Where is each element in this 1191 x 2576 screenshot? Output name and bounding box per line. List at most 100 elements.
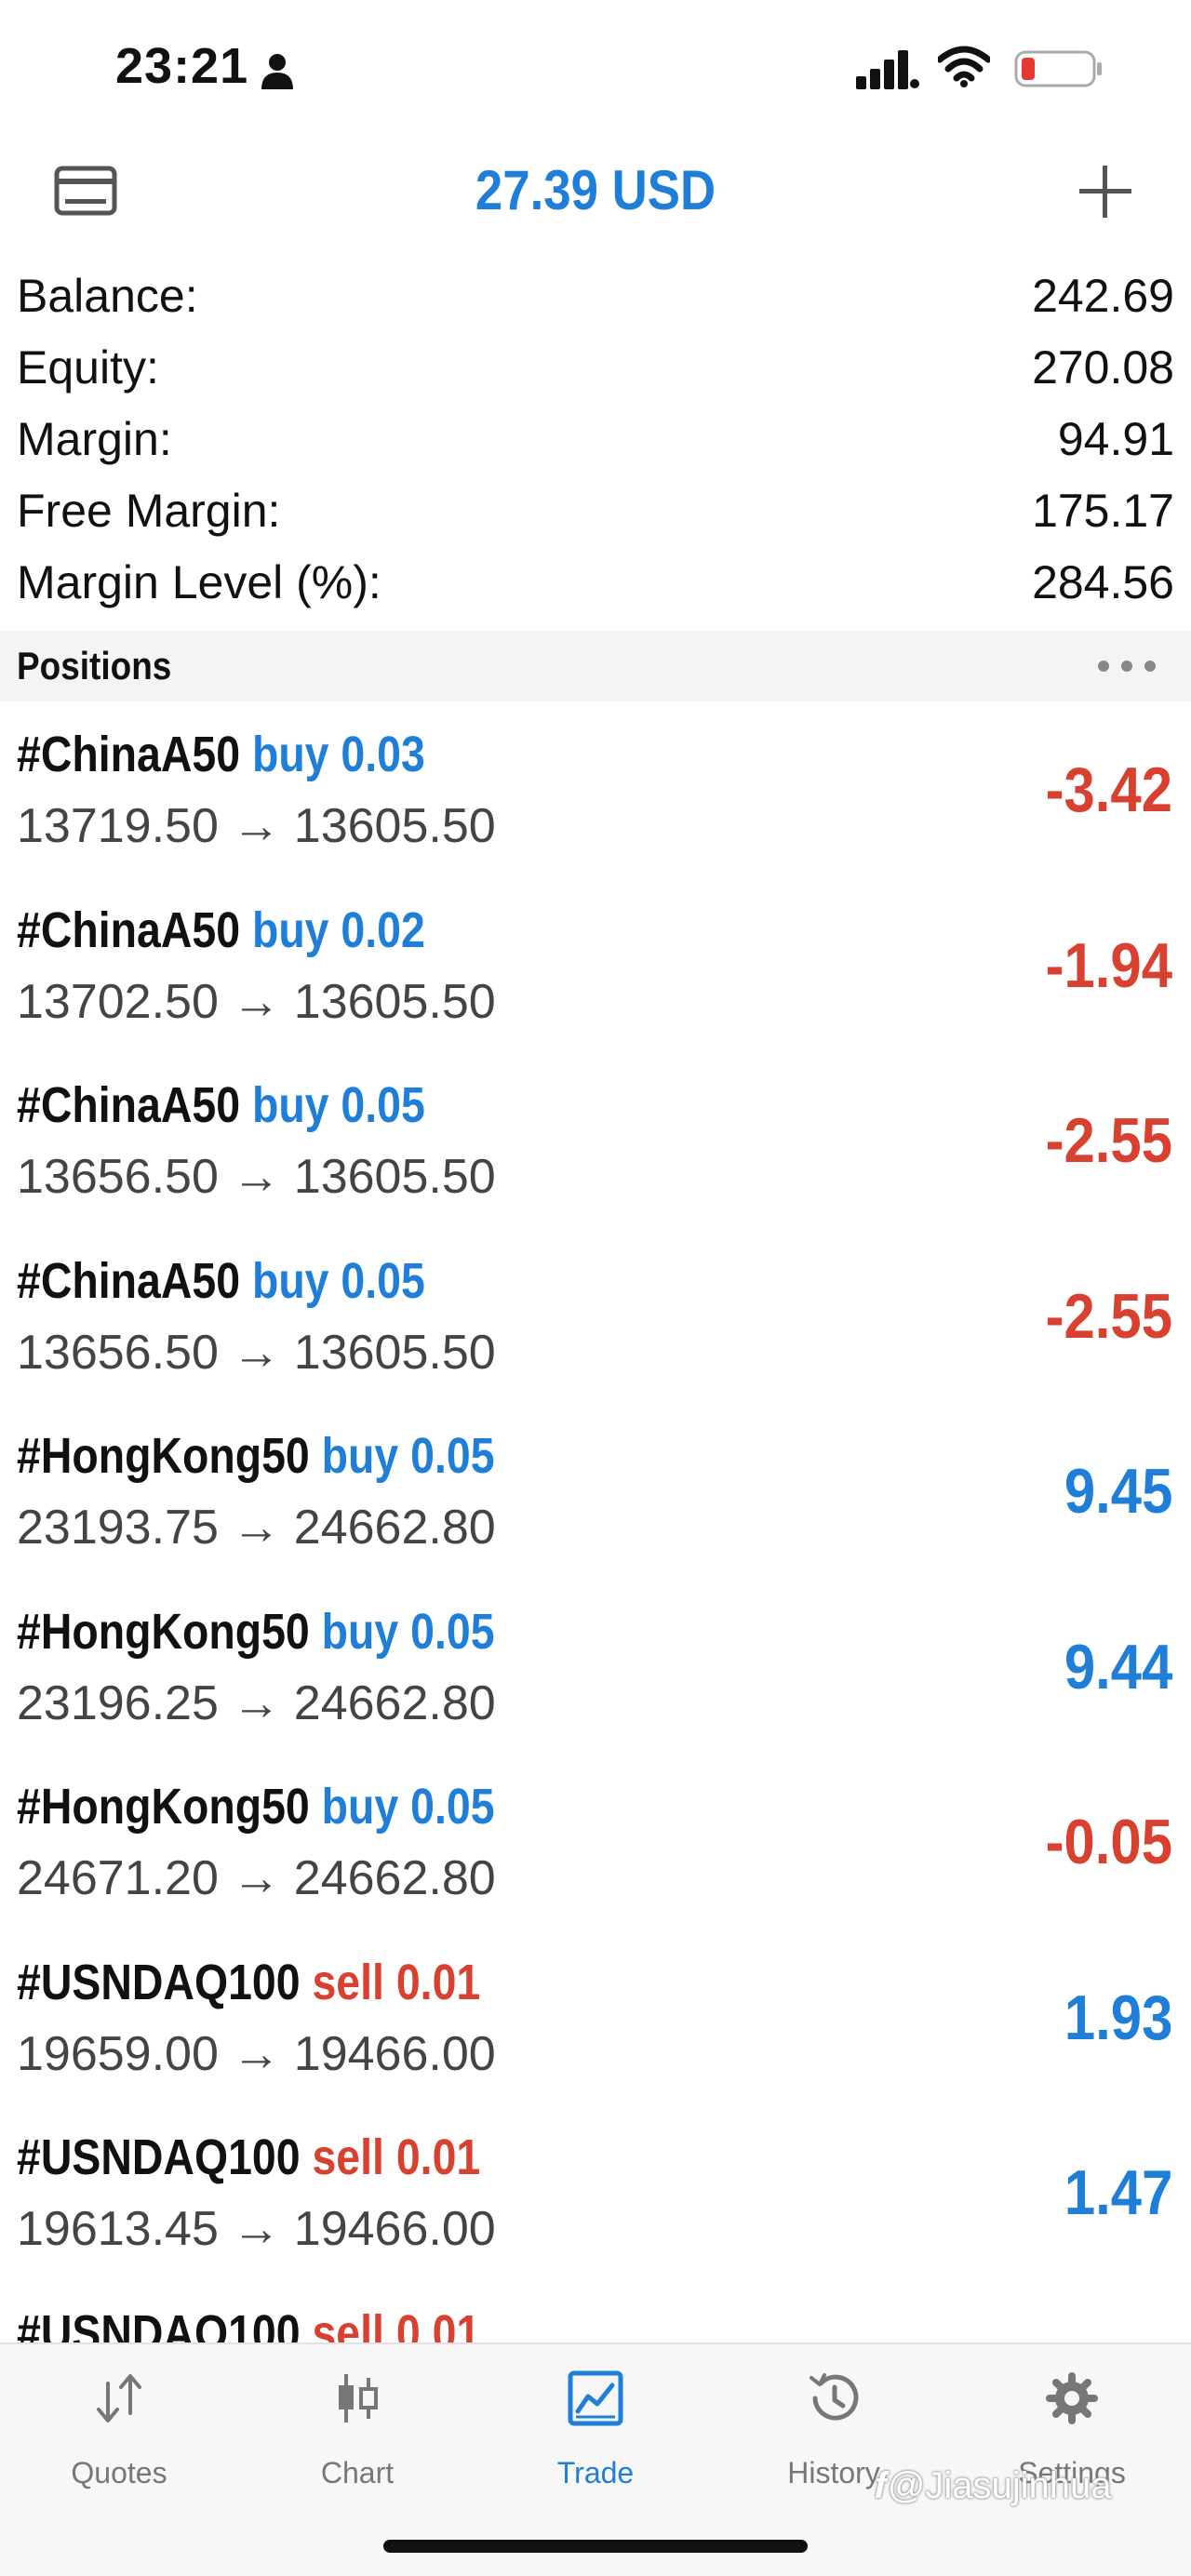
position-title: #HongKong50 buy 0.05 xyxy=(17,1603,495,1661)
new-order-plus-icon[interactable] xyxy=(1076,162,1135,221)
summary-label: Margin Level (%): xyxy=(17,556,381,608)
positions-list: #ChinaA50 buy 0.03 13719.50 → 13605.50 -3.… xyxy=(0,707,1191,2344)
settings-icon xyxy=(1046,2372,1098,2424)
chart-icon xyxy=(339,2374,378,2423)
status-bar: 23:21 xyxy=(0,0,1191,140)
position-profit: -1.94 xyxy=(1045,929,1172,1001)
position-title: #HongKong50 buy 0.05 xyxy=(17,1778,495,1835)
header-profit-title: 27.39 USD xyxy=(475,159,716,221)
position-side: buy xyxy=(251,901,329,958)
position-profit: 1.93 xyxy=(1064,1982,1172,2053)
summary-row-margin: Margin: 94.91 xyxy=(0,408,1191,480)
position-side: buy xyxy=(321,1603,399,1660)
account-summary: Balance: 242.69 Equity: 270.08 Margin: 9… xyxy=(0,265,1191,623)
position-row[interactable]: #ChinaA50 buy 0.05 13656.50 → 13605.50 -2.… xyxy=(0,1058,1191,1234)
more-options-icon[interactable] xyxy=(1096,659,1158,674)
position-symbol: #ChinaA50 xyxy=(17,901,241,958)
position-volume: 0.01 xyxy=(395,2129,481,2185)
trade-screen: 23:21 27.39 USD Balance: 242.69 Equity: … xyxy=(0,0,1191,2576)
position-symbol: #USNDAQ100 xyxy=(17,2304,301,2345)
position-row[interactable]: #HongKong50 buy 0.05 23193.75 → 24662.80 9… xyxy=(0,1408,1191,1584)
summary-value: 270.08 xyxy=(1032,341,1174,394)
summary-label: Equity: xyxy=(17,341,159,394)
position-prices: 13702.50 → 13605.50 xyxy=(17,974,496,1029)
tab-chart[interactable]: Chart xyxy=(238,2344,476,2530)
tab-label: Chart xyxy=(320,2456,395,2489)
tab-quotes[interactable]: Quotes xyxy=(0,2344,238,2530)
position-row[interactable]: #HongKong50 buy 0.05 23196.25 → 24662.80 9… xyxy=(0,1584,1191,1760)
signal-icon xyxy=(856,50,919,89)
position-row[interactable]: #USNDAQ100 sell 0.01 19613.45 → 19466.00 1… xyxy=(0,2110,1191,2286)
position-prices: 23196.25 → 24662.80 xyxy=(17,1675,496,1730)
summary-value: 94.91 xyxy=(1057,413,1174,465)
position-prices: 19613.45 → 19466.00 xyxy=(17,2202,496,2256)
position-row[interactable]: #ChinaA50 buy 0.02 13702.50 → 13605.50 -1.… xyxy=(0,883,1191,1059)
position-profit: 9.44 xyxy=(1064,1631,1172,1702)
summary-row-equity: Equity: 270.08 xyxy=(0,337,1191,408)
position-profit: -2.55 xyxy=(1045,1105,1172,1176)
position-title: #USNDAQ100 sell 0.01 xyxy=(17,1954,480,2011)
position-row[interactable]: #ChinaA50 buy 0.03 13719.50 → 13605.50 -3.… xyxy=(0,707,1191,883)
tab-label: Trade xyxy=(556,2456,635,2489)
quotes-icon xyxy=(97,2374,141,2423)
position-row[interactable]: #ChinaA50 buy 0.05 13656.50 → 13605.50 -2.… xyxy=(0,1234,1191,1409)
position-prices: 13656.50 → 13605.50 xyxy=(17,1325,496,1380)
summary-row-balance: Balance: 242.69 xyxy=(0,265,1191,337)
position-volume: 0.01 xyxy=(395,2304,481,2345)
summary-value: 175.17 xyxy=(1032,485,1174,537)
position-row[interactable]: #HongKong50 buy 0.05 24671.20 → 24662.80 -… xyxy=(0,1759,1191,1935)
position-symbol: #HongKong50 xyxy=(17,1779,310,1835)
position-side: sell xyxy=(312,2304,384,2345)
battery-icon xyxy=(1014,50,1102,87)
position-prices: 13719.50 → 13605.50 xyxy=(17,799,496,853)
position-prices: 19659.00 → 19466.00 xyxy=(17,2026,496,2081)
position-side: sell xyxy=(312,2129,384,2185)
position-symbol: #HongKong50 xyxy=(17,1428,310,1484)
position-side: buy xyxy=(321,1779,399,1835)
watermark-text: 𝒇@Jiasujinhua xyxy=(875,2465,1112,2506)
position-symbol: #ChinaA50 xyxy=(17,727,241,782)
status-time: 23:21 xyxy=(115,38,249,94)
summary-label: Balance: xyxy=(17,270,198,322)
position-prices: 24671.20 → 24662.80 xyxy=(17,1851,496,1905)
position-row[interactable]: #USNDAQ100 sell 0.01 19659.00 → 19466.00 1… xyxy=(0,1935,1191,2111)
position-volume: 0.03 xyxy=(341,727,425,782)
position-prices: 13656.50 → 13605.50 xyxy=(17,1150,496,1204)
position-symbol: #USNDAQ100 xyxy=(17,2129,301,2185)
position-profit: -3.42 xyxy=(1045,754,1172,825)
position-side: buy xyxy=(251,727,329,782)
position-volume: 0.05 xyxy=(410,1603,495,1660)
position-profit: -2.55 xyxy=(1045,1280,1172,1352)
position-title: #ChinaA50 buy 0.05 xyxy=(17,1252,425,1310)
position-row[interactable]: #USNDAQ100 sell 0.01 xyxy=(0,2286,1191,2345)
position-volume: 0.05 xyxy=(341,1077,425,1133)
position-title: #HongKong50 buy 0.05 xyxy=(17,1427,495,1485)
position-side: buy xyxy=(321,1428,399,1484)
position-profit: 1.47 xyxy=(1064,2157,1172,2228)
position-title: #USNDAQ100 sell 0.01 xyxy=(17,2304,480,2345)
summary-label: Margin: xyxy=(17,413,172,465)
position-side: buy xyxy=(251,1077,329,1133)
history-icon xyxy=(810,2373,859,2421)
tab-trade[interactable]: Trade xyxy=(476,2344,715,2530)
position-side: sell xyxy=(312,1954,384,2010)
position-title: #USNDAQ100 sell 0.01 xyxy=(17,2129,480,2186)
position-symbol: #ChinaA50 xyxy=(17,1077,241,1133)
position-symbol: #HongKong50 xyxy=(17,1603,310,1660)
summary-row-margin-level: Margin Level (%): 284.56 xyxy=(0,552,1191,623)
wifi-icon xyxy=(938,46,990,87)
position-title: #ChinaA50 buy 0.02 xyxy=(17,901,425,959)
position-side: buy xyxy=(251,1252,329,1309)
position-volume: 0.01 xyxy=(395,1954,481,2010)
position-title: #ChinaA50 buy 0.03 xyxy=(17,726,425,783)
position-profit: -0.05 xyxy=(1045,1807,1172,1877)
person-icon xyxy=(261,54,293,89)
position-symbol: #USNDAQ100 xyxy=(17,1954,301,2010)
summary-value: 284.56 xyxy=(1032,556,1174,608)
position-volume: 0.02 xyxy=(341,901,425,958)
positions-section-header: Positions xyxy=(0,631,1191,701)
position-title: #ChinaA50 buy 0.05 xyxy=(17,1076,425,1134)
position-volume: 0.05 xyxy=(341,1252,425,1309)
summary-value: 242.69 xyxy=(1032,270,1174,322)
home-indicator[interactable] xyxy=(383,2540,808,2553)
